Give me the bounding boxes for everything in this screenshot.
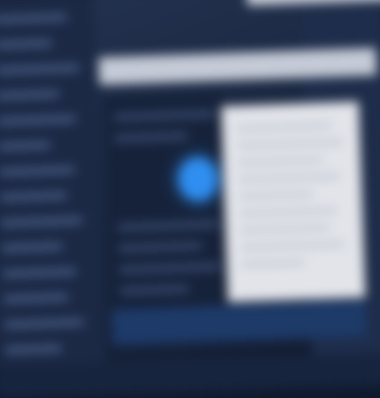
card-text-line	[237, 157, 323, 165]
sidebar-item[interactable]	[2, 293, 69, 303]
sidebar-item[interactable]	[0, 64, 80, 74]
sidebar-item[interactable]	[0, 115, 77, 125]
sidebar-item[interactable]	[0, 39, 53, 49]
sidebar-item[interactable]	[0, 141, 51, 151]
card-text-line	[240, 225, 330, 233]
blurred-screen	[0, 0, 380, 398]
sidebar-item[interactable]	[0, 217, 83, 227]
sidebar	[0, 0, 107, 398]
sidebar-item[interactable]	[0, 13, 68, 23]
card-text-line	[238, 174, 341, 182]
sidebar-item[interactable]	[3, 318, 85, 329]
content-panel	[104, 93, 232, 342]
sidebar-item[interactable]	[1, 268, 77, 278]
card-text-line	[238, 192, 314, 199]
sidebar-item[interactable]	[0, 166, 75, 176]
document-card[interactable]	[221, 101, 366, 303]
sidebar-item[interactable]	[0, 192, 68, 201]
card-text-line	[236, 123, 333, 132]
sidebar-item[interactable]	[1, 243, 63, 252]
card-text-line	[240, 241, 345, 250]
card-text-line	[239, 208, 338, 216]
sidebar-item[interactable]	[4, 345, 62, 354]
sidebar-item[interactable]	[0, 90, 60, 100]
card-text-line	[237, 140, 344, 149]
card-text-line	[241, 260, 306, 267]
